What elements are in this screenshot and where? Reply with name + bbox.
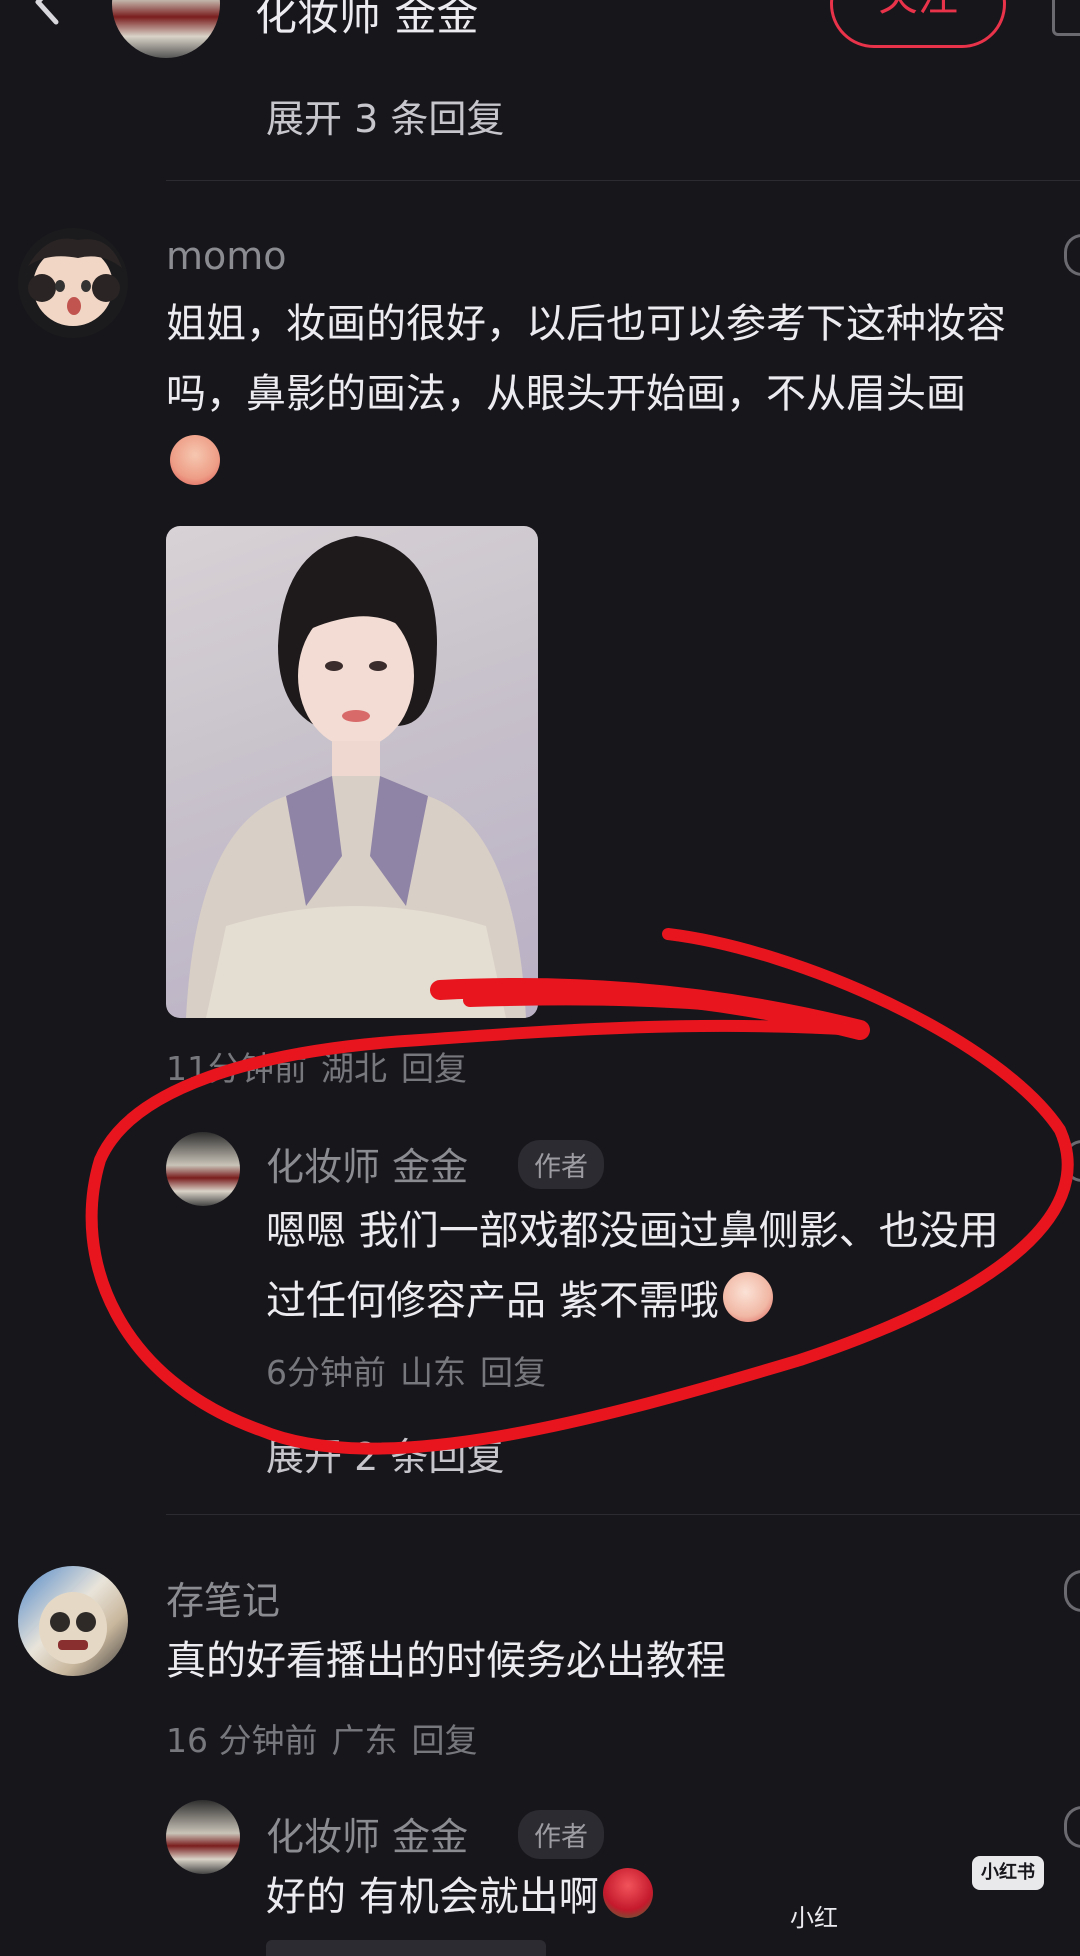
annotation-circle [85, 928, 1074, 1455]
